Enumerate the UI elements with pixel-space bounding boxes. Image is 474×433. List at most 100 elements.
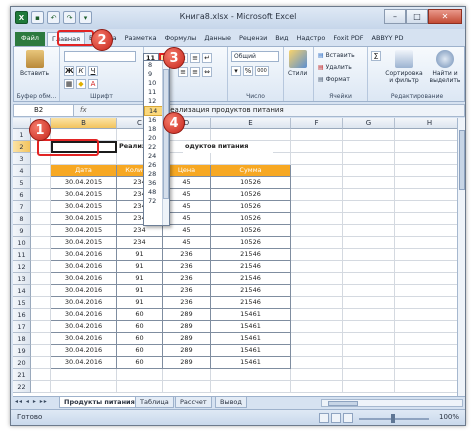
cell[interactable] <box>51 369 117 381</box>
cell[interactable] <box>117 381 163 393</box>
table-data-cell[interactable]: 91 <box>117 285 163 297</box>
table-data-cell[interactable]: 10526 <box>211 201 291 213</box>
table-data-cell[interactable]: 21546 <box>211 297 291 309</box>
table-data-cell[interactable]: 236 <box>163 273 211 285</box>
table-data-cell[interactable]: 234 <box>117 225 163 237</box>
cell[interactable] <box>343 333 395 345</box>
thousands-button[interactable]: 000 <box>255 66 269 76</box>
sheet-tab-calc[interactable]: Рассчет <box>175 397 212 408</box>
cell[interactable] <box>395 201 457 213</box>
table-data-cell[interactable]: 15461 <box>211 309 291 321</box>
cell[interactable] <box>343 177 395 189</box>
table-data-cell[interactable]: 30.04.2016 <box>51 297 117 309</box>
table-data-cell[interactable]: 60 <box>117 333 163 345</box>
sheet-nav-arrows[interactable]: ◂◂ ◂ ▸ ▸▸ <box>15 398 48 405</box>
sort-filter-button[interactable]: Сортировка и фильтр <box>384 50 424 84</box>
cell[interactable] <box>395 297 457 309</box>
cell[interactable] <box>395 177 457 189</box>
row-header[interactable]: 18 <box>13 333 31 345</box>
insert-cells-button[interactable]: ▤ Вставить <box>318 51 355 61</box>
cell[interactable] <box>343 381 395 393</box>
cell[interactable] <box>31 345 51 357</box>
number-format-combo[interactable]: Общий <box>231 51 279 62</box>
row-header[interactable]: 17 <box>13 321 31 333</box>
column-header-g[interactable]: G <box>343 118 395 129</box>
cell[interactable] <box>343 309 395 321</box>
tab-formulas[interactable]: Формулы <box>161 32 201 46</box>
table-data-cell[interactable]: 15461 <box>211 321 291 333</box>
wrap-text-icon[interactable]: ↵ <box>202 53 212 63</box>
table-data-cell[interactable]: 30.04.2016 <box>51 261 117 273</box>
normal-view-icon[interactable] <box>319 413 329 423</box>
cell[interactable] <box>291 213 343 225</box>
table-data-cell[interactable]: 60 <box>117 309 163 321</box>
vertical-scrollbar[interactable] <box>457 118 465 396</box>
cell[interactable] <box>343 189 395 201</box>
cell[interactable] <box>395 165 457 177</box>
cell[interactable] <box>343 273 395 285</box>
cell[interactable] <box>395 249 457 261</box>
cell[interactable] <box>395 285 457 297</box>
table-data-cell[interactable]: 45 <box>163 177 211 189</box>
currency-button[interactable]: ▾ <box>231 66 241 76</box>
cell[interactable] <box>211 129 291 141</box>
row-header[interactable]: 11 <box>13 249 31 261</box>
tab-page-layout[interactable]: Разметка <box>121 32 161 46</box>
page-layout-view-icon[interactable] <box>331 413 341 423</box>
cell[interactable] <box>343 165 395 177</box>
cell[interactable] <box>31 177 51 189</box>
styles-button[interactable]: Стили <box>288 50 307 77</box>
cell[interactable] <box>291 333 343 345</box>
cell[interactable] <box>395 141 457 153</box>
cell[interactable] <box>31 237 51 249</box>
fill-color-icon[interactable]: ◆ <box>76 79 86 89</box>
cell[interactable] <box>395 369 457 381</box>
table-data-cell[interactable]: 21546 <box>211 249 291 261</box>
tab-review[interactable]: Рецензи <box>235 32 271 46</box>
table-data-cell[interactable]: 30.04.2016 <box>51 345 117 357</box>
table-data-cell[interactable]: 91 <box>117 249 163 261</box>
cell[interactable] <box>395 129 457 141</box>
fx-icon[interactable]: fx <box>80 105 87 116</box>
cell[interactable] <box>343 213 395 225</box>
table-data-cell[interactable]: 21546 <box>211 261 291 273</box>
table-data-cell[interactable]: 30.04.2016 <box>51 321 117 333</box>
table-data-cell[interactable]: 289 <box>163 345 211 357</box>
cell[interactable] <box>51 381 117 393</box>
align-middle-icon[interactable]: ≡ <box>190 53 200 63</box>
cell[interactable] <box>163 381 211 393</box>
row-header[interactable]: 12 <box>13 261 31 273</box>
maximize-button[interactable]: □ <box>406 9 428 24</box>
row-header[interactable]: 16 <box>13 309 31 321</box>
zoom-level[interactable]: 100% <box>439 413 459 421</box>
minimize-button[interactable]: – <box>384 9 406 24</box>
cell[interactable] <box>395 189 457 201</box>
cell[interactable] <box>291 261 343 273</box>
table-data-cell[interactable]: 45 <box>163 237 211 249</box>
cell[interactable] <box>31 381 51 393</box>
table-data-cell[interactable]: 30.04.2015 <box>51 225 117 237</box>
column-header-e[interactable]: E <box>211 118 291 129</box>
table-data-cell[interactable]: 45 <box>163 213 211 225</box>
cell[interactable] <box>291 141 343 153</box>
cell[interactable] <box>291 129 343 141</box>
table-data-cell[interactable]: 91 <box>117 261 163 273</box>
row-header[interactable]: 2 <box>13 141 31 153</box>
row-header[interactable]: 6 <box>13 189 31 201</box>
cell[interactable] <box>211 381 291 393</box>
column-header-b[interactable]: B <box>51 118 117 129</box>
underline-button[interactable]: Ч <box>88 66 98 76</box>
cell[interactable] <box>395 321 457 333</box>
sheet-tab-products[interactable]: Продукты питания <box>59 397 140 408</box>
cell[interactable] <box>395 213 457 225</box>
cell[interactable] <box>343 129 395 141</box>
row-header[interactable]: 13 <box>13 273 31 285</box>
cell[interactable] <box>291 249 343 261</box>
table-data-cell[interactable]: 30.04.2015 <box>51 237 117 249</box>
cell[interactable] <box>343 237 395 249</box>
cell[interactable] <box>395 225 457 237</box>
tab-abbyy[interactable]: ABBYY PD <box>368 32 408 46</box>
tab-addins[interactable]: Надстро <box>292 32 329 46</box>
cell[interactable] <box>291 153 343 165</box>
table-data-cell[interactable]: 30.04.2015 <box>51 201 117 213</box>
